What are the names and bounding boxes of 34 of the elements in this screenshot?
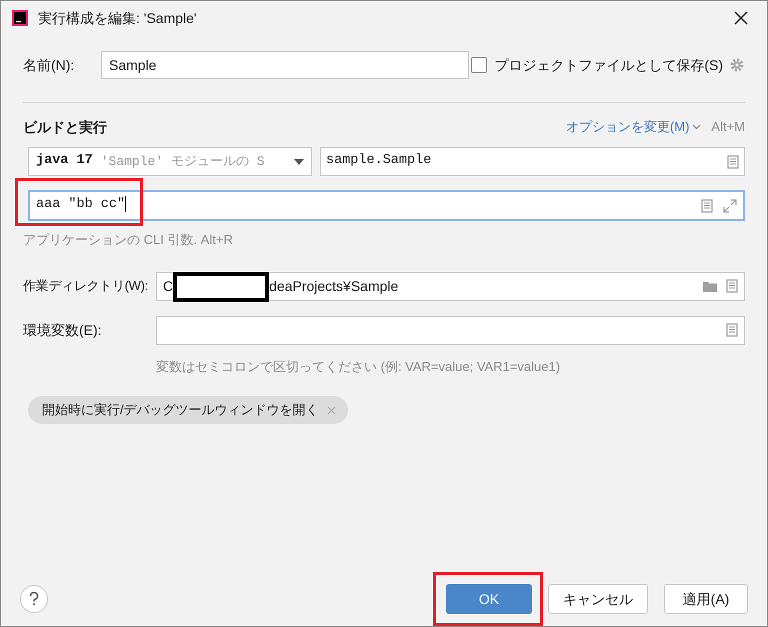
jre-dropdown[interactable]: java 17 'Sample' モジュールの S (28, 147, 312, 176)
app-logo-icon (12, 10, 28, 26)
name-field[interactable]: Sample (101, 51, 469, 79)
question-mark-icon (29, 592, 39, 606)
help-button[interactable] (20, 585, 48, 613)
dropdown-arrow-icon (294, 158, 304, 164)
window-title: 実行構成を編集: 'Sample' (38, 8, 197, 28)
main-class-field[interactable]: sample.Sample (320, 147, 745, 176)
working-directory-field[interactable]: C deaProjects¥Sample (156, 272, 745, 300)
environment-field[interactable] (156, 316, 745, 344)
dialog-button[interactable]: キャンセル (548, 584, 648, 614)
name-label: 名前(N): (23, 56, 76, 75)
section-title: ビルドと実行 (23, 118, 107, 136)
document-icon[interactable] (726, 279, 738, 293)
close-icon (734, 11, 748, 25)
chevron-icon (692, 124, 702, 130)
document-icon[interactable] (726, 323, 738, 337)
document-icon[interactable] (701, 198, 713, 212)
document-icon[interactable] (727, 154, 739, 168)
option-chip[interactable]: 開始時に実行/デバッグツールウィンドウを開く (28, 396, 348, 424)
store-checkbox[interactable]: プロジェクトファイルとして保存(S) (471, 54, 723, 76)
program-arguments-field[interactable]: aaa "bb cc" (28, 190, 745, 221)
gear-icon[interactable] (729, 57, 745, 73)
folder-icon[interactable] (702, 280, 718, 292)
dialog-button[interactable]: 適用(A) (664, 584, 748, 614)
environment-label: 環境変数(E): (23, 320, 103, 340)
expand-icon[interactable] (723, 198, 737, 212)
ok-button[interactable]: OK (446, 584, 532, 614)
modify-options-link[interactable]: オプションを変更(M) (566, 117, 702, 137)
environment-hint: 変数はセミコロンで区切ってください (例: VAR=value; VAR1=value1) (156, 358, 562, 376)
working-directory-label: 作業ディレクトリ(W): (23, 277, 149, 296)
shortcut-hint: Alt+M (711, 118, 745, 136)
arguments-hint: アプリケーションの CLI 引数. Alt+R (23, 231, 234, 249)
remove-icon[interactable] (326, 406, 336, 414)
